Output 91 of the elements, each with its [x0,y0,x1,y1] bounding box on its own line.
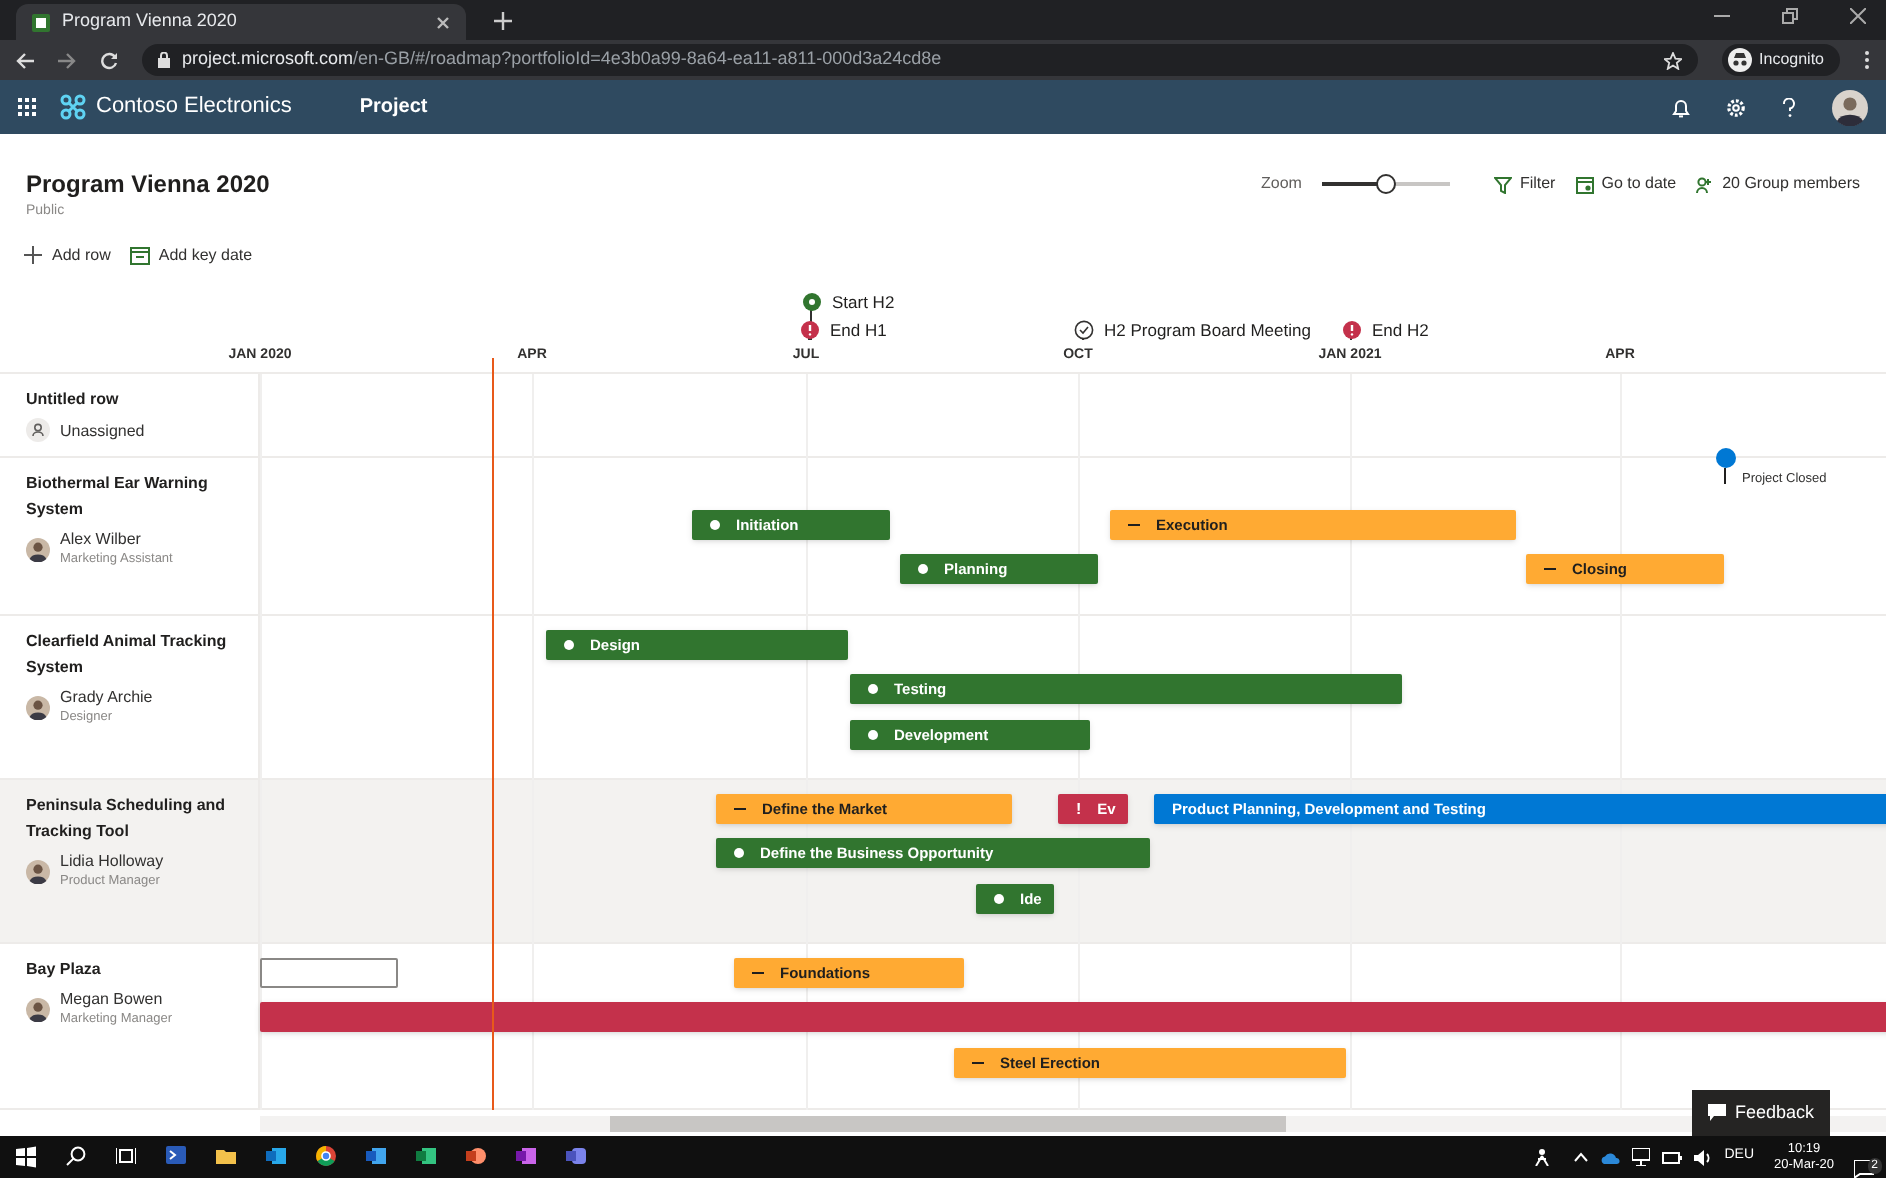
zoom-label: Zoom [1260,172,1302,196]
url-text: project.microsoft.com/en-GB/#/roadmap?portfolioId=4e3b0a99-8a64-ea11-a811-000d3a24cd8e [182,46,944,73]
avatar-icon [26,537,50,561]
empty-bar[interactable] [260,958,398,988]
chevron-up-icon[interactable] [1574,1152,1589,1162]
task-view-icon[interactable] [115,1146,135,1168]
restore-icon[interactable] [1782,8,1798,24]
back-icon[interactable] [16,51,34,69]
check-circle-icon[interactable] [1073,320,1093,340]
owner-name: Alex Wilber [60,528,143,550]
row-title[interactable]: Bay Plaza [26,956,242,982]
chat-app-icon[interactable] [565,1146,585,1168]
horizontal-scrollbar[interactable] [260,1116,1886,1132]
bell-icon[interactable] [1672,97,1690,117]
key-date-label[interactable]: Start H2 [832,290,895,316]
toolbar-button[interactable]: Go to date [1575,172,1677,196]
person-icon [26,418,50,442]
toolbar-button[interactable]: Filter [1493,172,1556,196]
dot-circle-icon[interactable] [801,292,821,312]
calendar-icon [1575,175,1594,193]
row-title[interactable]: Untitled row [26,386,242,412]
alert-mark: ! [1076,797,1082,821]
menu-icon[interactable] [1864,50,1870,70]
new-tab-icon[interactable] [494,12,512,30]
dash-icon [734,807,746,811]
plus-icon [24,246,44,266]
page-title: Program Vienna 2020 [26,168,270,202]
document-app-icon[interactable] [365,1146,385,1168]
browser-tab[interactable]: Program Vienna 2020 [16,4,466,40]
owner-name: Unassigned [60,419,145,441]
close-icon[interactable] [1850,8,1866,24]
app-launcher-icon[interactable] [18,98,36,116]
folder-icon[interactable] [215,1146,235,1168]
owner-name: Grady Archie [60,686,153,708]
address-bar[interactable]: project.microsoft.com/en-GB/#/roadmap?portfolioId=4e3b0a99-8a64-ea11-a811-000d3a24cd8e [142,44,1698,76]
settings-icon[interactable] [1726,97,1746,117]
message-icon [1854,1159,1874,1177]
incognito-icon [1727,48,1752,72]
tab-title: Program Vienna 2020 [62,8,239,35]
avatar-icon [26,997,50,1021]
dash-icon [752,971,764,975]
help-icon[interactable] [1782,97,1796,117]
owner-name: Megan Bowen [60,988,165,1010]
row-title[interactable]: Peninsula Scheduling and Tracking Tool [26,792,242,844]
reload-icon[interactable] [100,51,118,69]
person-icon[interactable] [1532,1148,1551,1166]
slides-app-icon[interactable] [465,1146,485,1168]
toolbar-button[interactable]: Add key date [130,244,253,268]
feedback-button[interactable]: Feedback [1692,1090,1830,1136]
chat-icon [1708,1104,1727,1122]
app-icon [32,13,50,31]
calendar-icon [130,246,151,266]
mail-app-icon[interactable] [265,1146,285,1168]
slider-thumb[interactable] [1375,174,1396,194]
alert-circle-icon[interactable] [799,320,819,340]
app-name[interactable]: Project [359,92,428,122]
dash-icon [972,1061,984,1065]
key-date-label[interactable]: H2 Program Board Meeting [1104,318,1311,344]
battery-icon[interactable] [1662,1151,1683,1163]
search-icon[interactable] [65,1146,85,1168]
people-icon [1696,175,1715,193]
row-title[interactable]: Biothermal Ear Warning System [26,470,242,522]
brand-name: Contoso Electronics [96,92,292,123]
scrollbar-thumb[interactable] [610,1116,1286,1132]
cloud-icon[interactable] [1600,1151,1621,1163]
profile-button[interactable]: Incognito [1721,44,1840,76]
star-icon[interactable] [1663,51,1682,69]
toolbar-button[interactable]: 20 Group members [1696,172,1860,196]
key-date-label[interactable]: End H2 [1372,318,1429,344]
lock-icon [158,52,170,68]
toolbar-button[interactable]: Add row [24,244,111,268]
key-date-label[interactable]: End H1 [830,318,887,344]
volume-icon[interactable] [1694,1149,1713,1165]
close-icon[interactable] [436,15,450,29]
avatar-icon[interactable] [1832,89,1868,125]
dash-icon [1544,567,1556,571]
browser-icon[interactable] [315,1146,335,1168]
avatar-icon [26,695,50,719]
notebook-app-icon[interactable] [515,1146,535,1168]
logo-icon [60,94,86,120]
avatar-icon [26,859,50,883]
spreadsheet-app-icon[interactable] [415,1146,435,1168]
alert-circle-icon[interactable] [1341,320,1361,340]
forward-icon[interactable] [58,51,76,69]
terminal-icon[interactable] [165,1146,185,1168]
dash-icon [1128,523,1140,527]
windows-icon[interactable] [15,1146,35,1168]
row-title[interactable]: Clearfield Animal Tracking System [26,628,242,680]
filter-icon [1493,175,1512,193]
owner-name: Lidia Holloway [60,850,164,872]
milestone-marker[interactable] [1716,448,1736,468]
